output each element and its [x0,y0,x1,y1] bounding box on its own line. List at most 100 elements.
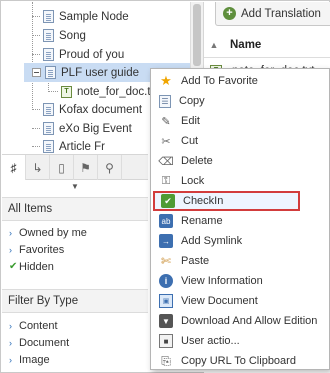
tag-icon: ⚑ [80,160,91,175]
tree-node-article-fr[interactable]: Article Fr [32,137,105,154]
add-translation-label: Add Translation [241,7,321,20]
user-action-icon: ■ [159,334,173,348]
copy-icon: ☰ [159,94,171,108]
tree-node-song[interactable]: Song [32,26,86,45]
tree-node-label: PLF user guide [61,66,139,79]
check-icon: ✔ [9,261,18,272]
bullet-icon: › [9,244,12,255]
document-icon [43,140,54,153]
star-icon: ★ [160,73,172,88]
menu-item-label: Paste [181,255,210,267]
trash-icon: ⌫ [158,155,174,168]
bullet-icon: › [9,354,12,365]
filter-hidden[interactable]: ✔ Hidden [9,258,54,275]
filter-favorites[interactable]: › Favorites [9,241,64,258]
menu-item-label: Cut [181,135,199,147]
filter-label: Document [19,336,70,349]
checkin-icon: ✔ [161,194,175,208]
filter-label: Image [19,353,50,366]
menu-item-copy-url[interactable]: ⎘ Copy URL To Clipboard [151,351,329,371]
sort-icon[interactable]: ▲ [204,40,224,50]
explorer-frame: Sample Node Song Proud of you PLF user g… [0,0,330,373]
menu-item-label: Copy [179,95,205,107]
collapse-toggle-icon[interactable] [32,68,41,77]
menu-item-user-action[interactable]: ■ User actio... [151,331,329,351]
txt-file-icon: T [61,85,72,98]
filter-image[interactable]: › Image [9,351,50,368]
menu-item-label: Edit [181,115,200,127]
search-icon: ⚲ [105,160,114,175]
document-icon [43,29,54,42]
tree-node-kofax-document[interactable]: Kofax document [32,100,142,119]
sidebar-tab-bar: ♯ ↳ ▯ ⚑ ⚲ [2,154,148,180]
tab-sitemap[interactable]: ♯ [2,155,26,180]
rename-icon: ab [159,214,173,228]
menu-item-label: Rename [181,215,223,227]
menu-item-label: Add Symlink [181,235,243,247]
menu-item-edit[interactable]: ✎ Edit [151,111,329,131]
tree-node-label: Article Fr [59,140,105,153]
scrollbar-thumb[interactable] [193,4,201,66]
relation-icon: ↳ [32,160,43,175]
lock-icon: ⚿ [161,174,171,187]
menu-item-label: View Document [181,295,258,307]
bullet-icon: › [9,227,12,238]
bullet-icon: › [9,320,12,331]
menu-item-paste[interactable]: ✄ Paste [151,251,329,271]
document-icon [43,10,54,23]
menu-item-label: CheckIn [183,195,224,207]
scissors-icon: ✂ [161,135,171,148]
tree-node-proud-of-you[interactable]: Proud of you [32,45,124,64]
tree-node-note-for-doc[interactable]: T note_for_doc.txt [48,82,159,101]
filter-content[interactable]: › Content [9,317,58,334]
menu-item-label: View Information [181,275,263,287]
filter-label: Content [19,319,58,332]
document-icon [43,103,54,116]
tree-node-label: eXo Big Event [59,122,132,135]
tree-node-sample-node[interactable]: Sample Node [32,7,129,26]
column-header-name[interactable]: Name [224,39,261,51]
info-icon: i [159,274,173,288]
menu-item-download-allow-edition[interactable]: ▼ Download And Allow Edition [151,311,329,331]
view-document-icon: ▣ [159,294,173,308]
menu-item-view-document[interactable]: ▣ View Document [151,291,329,311]
add-icon: + [223,7,236,20]
paste-icon: ✄ [160,254,172,268]
menu-item-delete[interactable]: ⌫ Delete [151,151,329,171]
document-icon [43,48,54,61]
menu-item-add-symlink[interactable]: → Add Symlink [151,231,329,251]
filter-document[interactable]: › Document [9,334,69,351]
filter-label: Owned by me [19,226,87,239]
tree-node-label: Sample Node [59,10,129,23]
add-translation-button[interactable]: + Add Translation [215,2,330,26]
context-menu: ★ Add To Favorite ☰ Copy ✎ Edit ✂ Cut ⌫ … [150,68,330,370]
menu-item-rename[interactable]: ab Rename [151,211,329,231]
tab-relation[interactable]: ↳ [26,155,50,180]
bullet-icon: › [9,337,12,348]
menu-item-add-to-favorite[interactable]: ★ Add To Favorite [151,71,329,91]
menu-item-lock[interactable]: ⚿ Lock [151,171,329,191]
edit-icon: ✎ [161,115,171,128]
menu-item-checkin[interactable]: ✔ CheckIn [153,191,300,211]
tab-clipboard[interactable]: ▯ [50,155,74,180]
filter-owned-by-me[interactable]: › Owned by me [9,224,87,241]
list-header: ▲ Name [204,32,330,58]
filter-by-type-header[interactable]: Filter By Type [2,289,148,313]
menu-item-cut[interactable]: ✂ Cut [151,131,329,151]
menu-item-view-information[interactable]: i View Information [151,271,329,291]
tab-search[interactable]: ⚲ [98,155,122,180]
document-icon [43,122,54,135]
all-items-header[interactable]: All Items [2,197,148,221]
menu-item-label: User actio... [181,335,240,347]
chevron-down-icon: ▼ [71,181,79,191]
menu-item-copy[interactable]: ☰ Copy [151,91,329,111]
symlink-icon: → [159,234,173,248]
document-icon [45,66,56,79]
download-icon: ▼ [159,314,173,328]
tab-tags[interactable]: ⚑ [74,155,98,180]
tree-node-label: Kofax document [59,103,143,116]
collapse-panel-toggle[interactable]: ▼ [2,180,148,192]
menu-item-label: Copy URL To Clipboard [181,355,296,367]
filter-label: Hidden [19,260,54,273]
tree-node-exo-big-event[interactable]: eXo Big Event [32,119,132,138]
